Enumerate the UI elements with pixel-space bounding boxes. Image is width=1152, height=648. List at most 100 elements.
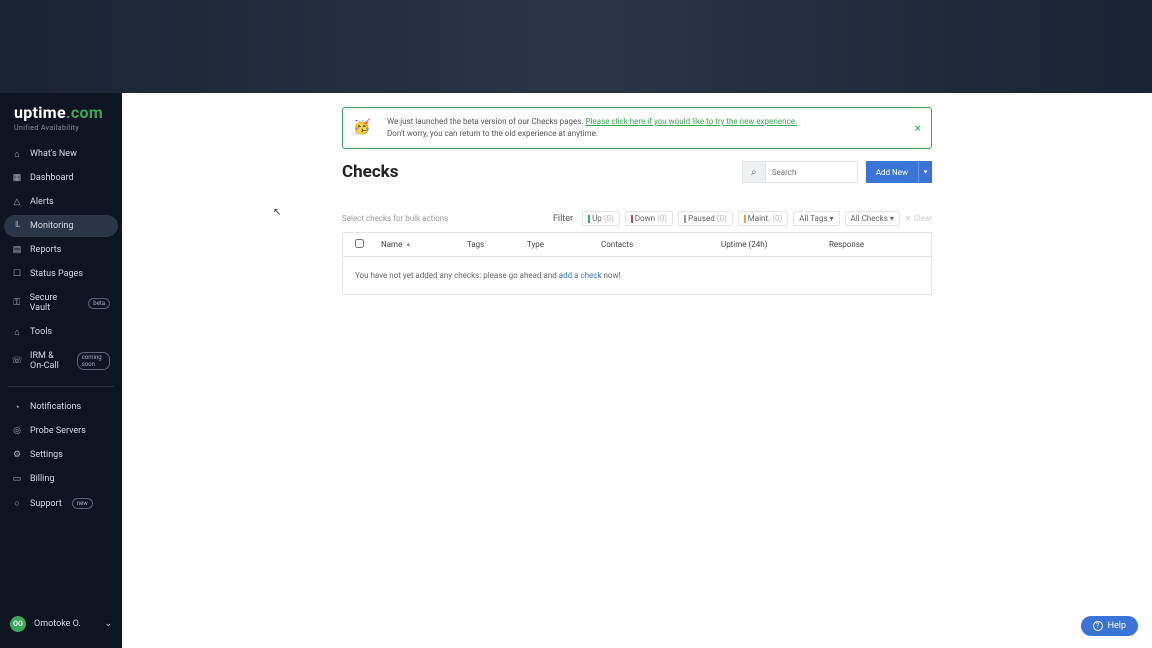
nav-icon: ☏: [12, 356, 22, 366]
sidebar-item-secure-vault[interactable]: ⚿Secure Vaultbeta: [4, 287, 118, 319]
help-label: Help: [1108, 621, 1126, 631]
top-banner: [0, 0, 1152, 93]
sidebar-item-what-s-new[interactable]: ⌂ What's New: [4, 143, 118, 165]
empty-state: You have not yet added any checks: pleas…: [343, 257, 931, 294]
help-icon: ?: [1093, 621, 1103, 631]
nav-label: Settings: [30, 450, 63, 460]
nav-label: Support: [30, 499, 62, 509]
nav-icon: △: [12, 197, 22, 207]
banner-text-2: Don't worry, you can return to the old e…: [387, 129, 598, 138]
nav-label: IRM & On-Call: [30, 351, 67, 371]
sidebar: uptime.com Unified Availability ⌂ What's …: [0, 93, 122, 648]
nav-icon: ⌂: [12, 327, 22, 337]
content: 🥳 We just launched the beta version of o…: [342, 93, 932, 295]
nav-icon: ◔: [12, 402, 22, 412]
chevron-down-icon: ⌄: [104, 619, 112, 629]
user-menu[interactable]: OO Omotoke O. ⌄: [0, 608, 122, 648]
search-button[interactable]: ⌕: [742, 161, 766, 183]
nav-label: Dashboard: [30, 173, 74, 183]
beta-banner: 🥳 We just launched the beta version of o…: [342, 107, 932, 149]
sidebar-item-tools[interactable]: ⌂ Tools: [4, 321, 118, 343]
header-actions: ⌕ Add New ▾: [742, 161, 932, 183]
sidebar-item-probe-servers[interactable]: ◎ Probe Servers: [4, 420, 118, 442]
user-name-label: Omotoke O.: [34, 619, 96, 629]
nav-label: Probe Servers: [30, 426, 86, 436]
col-tags[interactable]: Tags: [467, 240, 527, 249]
logo[interactable]: uptime.com Unified Availability: [0, 93, 122, 140]
nav-icon: ○: [12, 499, 22, 509]
sidebar-item-irm-on-call[interactable]: ☏ IRM & On-Call coming soon: [4, 345, 118, 377]
nav-icon: ▤: [12, 245, 22, 255]
filter-down[interactable]: Down (0): [625, 211, 673, 226]
sidebar-item-alerts[interactable]: △ Alerts: [4, 191, 118, 213]
filter-row: Select checks for bulk actions Filter Up…: [342, 211, 932, 226]
nav-icon: ◎: [12, 426, 22, 436]
banner-link[interactable]: Please click here if you would like to t…: [585, 117, 797, 126]
col-response[interactable]: Response: [829, 240, 919, 249]
help-button[interactable]: ? Help: [1081, 616, 1138, 636]
select-all-cell: [355, 239, 381, 250]
nav-icon: ⚙: [12, 450, 22, 460]
main: ↖ 🥳 We just launched the beta version of…: [122, 93, 1152, 648]
sort-asc-icon: ▲: [405, 241, 411, 248]
sidebar-item-settings[interactable]: ⚙ Settings: [4, 444, 118, 466]
filter-paused[interactable]: Paused (0): [678, 211, 733, 226]
filter-up[interactable]: Up (0): [582, 211, 620, 226]
sidebar-item-support[interactable]: ○ Support new: [4, 492, 118, 515]
sidebar-item-reports[interactable]: ▤ Reports: [4, 239, 118, 261]
nav-label: Reports: [30, 245, 61, 255]
add-new-dropdown[interactable]: ▾: [918, 161, 932, 183]
select-all-checkbox[interactable]: [355, 239, 364, 248]
nav-icon: ⌂: [12, 149, 22, 159]
sidebar-item-billing[interactable]: ▭ Billing: [4, 468, 118, 490]
nav-badge: coming soon: [77, 352, 110, 370]
nav-primary: ⌂ What's New ▦ Dashboard △ Alerts ╙ Monitoring ▤…: [0, 140, 122, 380]
nav-badge: new: [72, 498, 93, 509]
search-input[interactable]: [766, 161, 858, 183]
banner-text-1: We just launched the beta version of our…: [387, 117, 585, 126]
add-check-link[interactable]: add a check: [559, 271, 602, 280]
add-new-button[interactable]: Add New: [866, 161, 918, 183]
filter-checks[interactable]: All Checks ▾: [845, 211, 900, 226]
filter-clear[interactable]: ✕ Clear: [905, 214, 932, 223]
brand-name: uptime.com: [14, 103, 108, 122]
nav-label: Status Pages: [30, 269, 83, 279]
bulk-hint: Select checks for bulk actions: [342, 214, 448, 223]
page-title: Checks: [342, 162, 399, 182]
sidebar-item-notifications[interactable]: ◔ Notifications: [4, 396, 118, 418]
col-uptime[interactable]: Uptime (24h): [721, 240, 829, 249]
nav-label: Notifications: [30, 402, 81, 412]
filter-maint[interactable]: Maint. (0): [738, 211, 788, 226]
nav-divider: [8, 386, 114, 387]
filter-tags[interactable]: All Tags ▾: [793, 211, 839, 226]
filter-controls: Filter Up (0) Down (0) Paused (0) Maint.…: [553, 211, 932, 226]
nav-label: Billing: [30, 474, 54, 484]
col-name[interactable]: Name▲: [381, 240, 467, 249]
brand-tagline: Unified Availability: [14, 124, 108, 132]
nav-icon: ⚿: [12, 298, 22, 308]
page-header: Checks ⌕ Add New ▾: [342, 161, 932, 183]
table-header: Name▲ Tags Type Contacts Uptime (24h) Re…: [343, 233, 931, 257]
banner-close-icon[interactable]: ×: [915, 119, 921, 137]
sidebar-item-status-pages[interactable]: ☐ Status Pages: [4, 263, 118, 285]
nav-label: Tools: [30, 327, 52, 337]
filter-label: Filter: [553, 214, 573, 224]
nav-secondary: ◔ Notifications ◎ Probe Servers ⚙ Settings ▭ Bi…: [0, 393, 122, 518]
nav-icon: ▭: [12, 474, 22, 484]
nav-label: Alerts: [30, 197, 54, 207]
nav-icon: ☐: [12, 269, 22, 279]
col-contacts[interactable]: Contacts: [601, 240, 721, 249]
col-type[interactable]: Type: [527, 240, 601, 249]
sidebar-item-monitoring[interactable]: ╙ Monitoring: [4, 215, 118, 237]
search-icon: ⌕: [751, 167, 757, 178]
nav-label: What's New: [30, 149, 77, 159]
nav-icon: ▦: [12, 173, 22, 183]
sidebar-item-dashboard[interactable]: ▦ Dashboard: [4, 167, 118, 189]
nav-label: Monitoring: [30, 221, 73, 231]
nav-icon: ╙: [12, 221, 22, 231]
nav-label: Secure Vault: [30, 293, 79, 313]
checks-table: Name▲ Tags Type Contacts Uptime (24h) Re…: [342, 232, 932, 295]
avatar: OO: [10, 616, 26, 632]
rocket-icon: 🥳: [353, 118, 370, 139]
cursor-icon: ↖: [273, 207, 281, 218]
